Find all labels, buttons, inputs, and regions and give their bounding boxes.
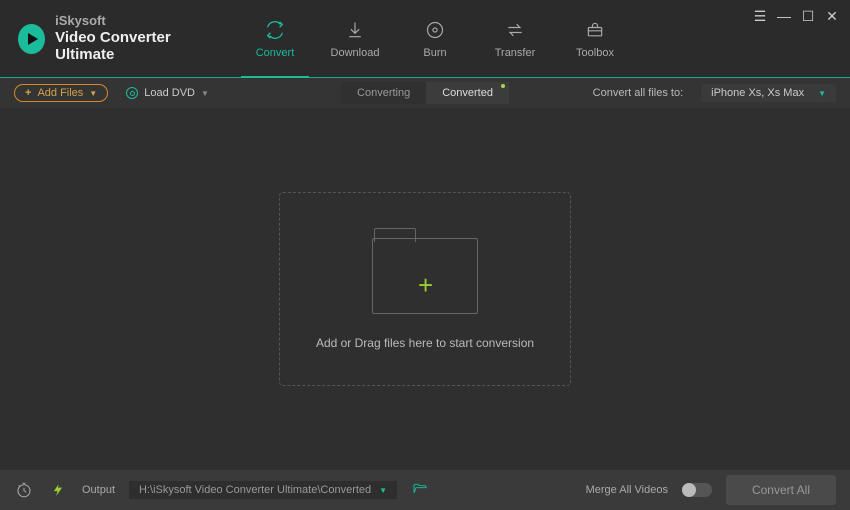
burn-icon — [424, 19, 446, 41]
nav-download-label: Download — [331, 47, 380, 59]
transfer-icon — [504, 19, 526, 41]
format-selected-label: iPhone Xs, Xs Max — [711, 87, 804, 99]
maximize-button[interactable]: ☐ — [800, 8, 816, 24]
caret-down-icon: ▼ — [818, 89, 826, 98]
convert-to-label: Convert all files to: — [593, 87, 683, 99]
open-folder-button[interactable] — [411, 481, 429, 500]
main-area: + Add or Drag files here to start conver… — [0, 108, 850, 470]
disc-icon — [126, 87, 138, 99]
plus-icon: + — [25, 87, 31, 99]
footer-bar: Output H:\iSkysoft Video Converter Ultim… — [0, 470, 850, 510]
nav-transfer[interactable]: Transfer — [475, 0, 555, 77]
caret-down-icon: ▼ — [379, 486, 387, 495]
add-files-button[interactable]: + Add Files ▼ — [14, 84, 108, 102]
brand-name: iSkysoft — [55, 14, 217, 29]
dropzone-text: Add or Drag files here to start conversi… — [316, 336, 534, 350]
folder-add-icon: + — [372, 228, 478, 314]
app-title: Video Converter Ultimate — [55, 29, 217, 64]
caret-down-icon: ▼ — [89, 89, 97, 98]
conversion-status-tabs: Converting Converted — [341, 82, 509, 104]
download-icon — [344, 19, 366, 41]
minimize-button[interactable]: — — [776, 8, 792, 24]
file-dropzone[interactable]: + Add or Drag files here to start conver… — [279, 192, 571, 386]
nav-convert-label: Convert — [256, 47, 295, 59]
nav-download[interactable]: Download — [315, 0, 395, 77]
load-dvd-button[interactable]: Load DVD ▼ — [126, 87, 209, 99]
app-logo-icon — [18, 24, 45, 54]
logo-block: iSkysoft Video Converter Ultimate — [0, 0, 235, 77]
output-label: Output — [82, 484, 115, 496]
nav-burn-label: Burn — [423, 47, 446, 59]
output-format-dropdown[interactable]: iPhone Xs, Xs Max ▼ — [701, 84, 836, 102]
main-nav: Convert Download Burn Transfer Toolbox — [235, 0, 635, 77]
nav-convert[interactable]: Convert — [235, 0, 315, 77]
toolbox-icon — [584, 19, 606, 41]
output-path-value: H:\iSkysoft Video Converter Ultimate\Con… — [139, 484, 371, 496]
indicator-dot-icon — [501, 84, 505, 88]
window-controls: ☰ — ☐ ✕ — [752, 8, 840, 24]
nav-burn[interactable]: Burn — [395, 0, 475, 77]
gpu-accel-icon[interactable] — [48, 480, 68, 500]
hamburger-icon[interactable]: ☰ — [752, 8, 768, 24]
nav-toolbox-label: Toolbox — [576, 47, 614, 59]
close-button[interactable]: ✕ — [824, 8, 840, 24]
nav-transfer-label: Transfer — [495, 47, 536, 59]
merge-toggle[interactable] — [682, 483, 712, 497]
caret-down-icon: ▼ — [201, 89, 209, 98]
convert-all-button[interactable]: Convert All — [726, 475, 836, 505]
convert-icon — [264, 19, 286, 41]
output-path-dropdown[interactable]: H:\iSkysoft Video Converter Ultimate\Con… — [129, 481, 397, 499]
tab-converting[interactable]: Converting — [341, 82, 426, 104]
merge-label: Merge All Videos — [586, 484, 668, 496]
nav-toolbox[interactable]: Toolbox — [555, 0, 635, 77]
app-header: iSkysoft Video Converter Ultimate Conver… — [0, 0, 850, 78]
add-files-label: Add Files — [37, 87, 83, 99]
load-dvd-label: Load DVD — [144, 87, 195, 99]
tab-converted[interactable]: Converted — [426, 82, 509, 104]
schedule-icon[interactable] — [14, 480, 34, 500]
